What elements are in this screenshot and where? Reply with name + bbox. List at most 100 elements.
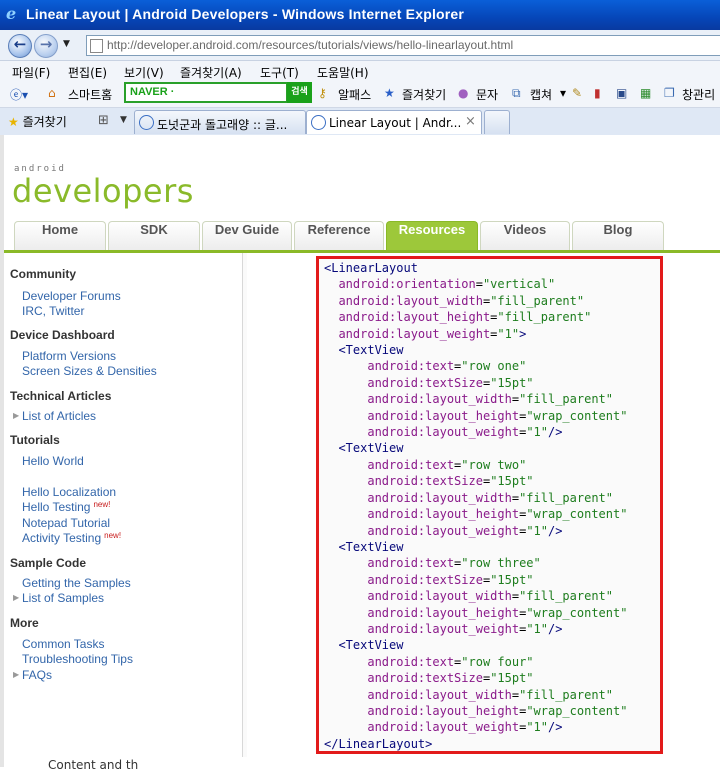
code-line: android:text="row two" xyxy=(324,457,527,472)
sms-button[interactable]: 문자 xyxy=(476,86,498,103)
window-title: Linear Layout | Android Developers - Win… xyxy=(26,6,465,22)
ie-toolbar-icon[interactable]: ⓔ▾ xyxy=(10,86,28,103)
tab-donut-blog[interactable]: 도넛군과 돌고래양 :: 글... xyxy=(134,110,306,134)
code-line: android:layout_width="fill_parent" xyxy=(324,589,613,604)
smarthome-button[interactable]: 스마트홈 xyxy=(68,86,112,103)
code-line: android:layout_height="wrap_content" xyxy=(324,507,628,522)
favorites-button[interactable]: 즐겨찾기 xyxy=(402,86,446,103)
home-icon[interactable]: ⌂ xyxy=(48,86,56,100)
menu-view[interactable]: 보기(V) xyxy=(124,64,164,81)
sidebar-item-getting-samples[interactable]: Getting the Samples xyxy=(22,576,131,590)
naver-search-button[interactable]: 검색 xyxy=(287,82,312,103)
menu-help[interactable]: 도움말(H) xyxy=(317,64,369,81)
code-line: android:text="row one" xyxy=(324,359,527,374)
tab-linear-layout[interactable]: Linear Layout | Andr... × xyxy=(306,110,482,134)
sidebar-item-hello-testing[interactable]: Hello Testing new! xyxy=(22,500,110,514)
sidebar-item-list-of-articles[interactable]: List of Articles xyxy=(22,409,96,423)
code-listing: <LinearLayout android:orientation="verti… xyxy=(324,260,627,752)
sidebar-heading-more: More xyxy=(10,616,39,630)
code-line: android:layout_weight="1"/> xyxy=(324,425,563,440)
sidebar-item-list-of-samples[interactable]: List of Samples xyxy=(22,591,104,605)
nav-home[interactable]: Home xyxy=(14,221,106,251)
sidebar-heading-technical-articles: Technical Articles xyxy=(10,389,112,403)
calendar-icon[interactable]: ▦ xyxy=(640,86,651,100)
menu-file[interactable]: 파일(F) xyxy=(12,64,50,81)
sidebar-item-hello-views[interactable]: Hello Views xyxy=(22,469,88,483)
alpass-button[interactable]: 알패스 xyxy=(338,86,371,103)
nav-resources[interactable]: Resources xyxy=(386,221,478,251)
sidebar-item-developer-forums[interactable]: Developer Forums xyxy=(22,289,121,303)
favorites-bar-button[interactable]: ★ 즐겨찾기 xyxy=(8,113,67,130)
sidebar-resize-handle[interactable] xyxy=(243,253,247,757)
logo-developers[interactable]: developers xyxy=(12,172,194,210)
nav-reference[interactable]: Reference xyxy=(294,221,384,251)
toolbar: ⓔ▾ ⌂ 스마트홈 ⚷ 알패스 ★ 즐겨찾기 ● 문자 ⧉ 캡쳐 ▾ ✎ ▮ ▣… xyxy=(0,81,720,108)
code-line: android:textSize="15pt" xyxy=(324,474,534,489)
menu-favorites[interactable]: 즐겨찾기(A) xyxy=(180,64,242,81)
nav-dev-guide[interactable]: Dev Guide xyxy=(202,221,292,251)
capture-dropdown-icon[interactable]: ▾ xyxy=(560,86,566,100)
code-line: <LinearLayout xyxy=(324,261,418,275)
sidebar-item-screen-sizes[interactable]: Screen Sizes & Densities xyxy=(22,364,157,378)
sidebar-item-common-tasks[interactable]: Common Tasks xyxy=(22,637,104,651)
nav-sdk[interactable]: SDK xyxy=(108,221,200,251)
expand-arrow-icon[interactable]: ▶ xyxy=(13,670,19,679)
new-tab-button[interactable] xyxy=(484,110,510,134)
key-icon: ⚷ xyxy=(318,86,327,100)
sidebar-item-faqs[interactable]: FAQs xyxy=(22,668,52,682)
code-line: </LinearLayout> xyxy=(324,736,433,751)
save-icon[interactable]: ▣ xyxy=(616,86,627,100)
sidebar-item-notepad-tutorial[interactable]: Notepad Tutorial xyxy=(22,516,110,530)
close-tab-icon[interactable]: × xyxy=(465,114,476,129)
sidebar-item-troubleshooting[interactable]: Troubleshooting Tips xyxy=(22,652,133,666)
code-line: android:text="row three" xyxy=(324,556,541,571)
expand-arrow-icon[interactable]: ▶ xyxy=(13,411,19,420)
naver-search-input[interactable]: NAVER · xyxy=(124,82,288,103)
code-line: <TextView xyxy=(324,539,404,554)
capture-button[interactable]: 캡쳐 xyxy=(530,86,552,103)
menu-bar: 파일(F) 편집(E) 보기(V) 즐겨찾기(A) 도구(T) 도움말(H) xyxy=(0,61,720,81)
code-line: android:text="row four" xyxy=(324,654,534,669)
code-line: android:layout_height="fill_parent" xyxy=(324,310,592,325)
code-line: android:layout_weight="1"> xyxy=(324,326,527,341)
message-icon: ● xyxy=(458,86,469,100)
code-sample: <LinearLayout android:orientation="verti… xyxy=(316,256,663,754)
code-line: android:layout_weight="1"/> xyxy=(324,720,563,735)
code-line: android:layout_weight="1"/> xyxy=(324,621,563,636)
sidebar-item-hello-localization[interactable]: Hello Localization xyxy=(22,485,116,499)
ie-logo-icon: e xyxy=(6,4,17,23)
menu-tools[interactable]: 도구(T) xyxy=(260,64,299,81)
quick-tabs-icon[interactable]: ⊞ xyxy=(98,113,109,128)
expand-arrow-icon[interactable]: ▶ xyxy=(13,593,19,602)
back-arrow-icon: ← xyxy=(13,35,27,53)
tab-list-dropdown-icon[interactable]: ▼ xyxy=(120,115,127,125)
sidebar-item-activity-testing[interactable]: Activity Testing new! xyxy=(22,531,121,545)
sidebar-heading-sample-code: Sample Code xyxy=(10,556,87,570)
broom-icon[interactable]: ✎ xyxy=(572,86,582,100)
back-button[interactable]: ← xyxy=(8,34,32,58)
nav-videos[interactable]: Videos xyxy=(480,221,570,251)
ie-page-icon xyxy=(139,115,154,130)
naver-label: NAVER · xyxy=(130,86,175,98)
sidebar-item-platform-versions[interactable]: Platform Versions xyxy=(22,349,116,363)
code-line: <TextView xyxy=(324,343,404,358)
sidebar-item-irc-twitter[interactable]: IRC, Twitter xyxy=(22,304,84,318)
sidebar-item-hello-world[interactable]: Hello World xyxy=(22,454,84,468)
window-manager-button[interactable]: 창관리 xyxy=(682,86,715,103)
favorites-star-icon: ★ xyxy=(8,115,19,129)
code-line: android:textSize="15pt" xyxy=(324,572,534,587)
code-line: android:layout_height="wrap_content" xyxy=(324,703,628,718)
address-input[interactable]: http://developer.android.com/resources/t… xyxy=(86,35,720,56)
code-line: <TextView xyxy=(324,638,404,653)
menu-edit[interactable]: 편집(E) xyxy=(68,64,107,81)
code-line: android:textSize="15pt" xyxy=(324,671,534,686)
address-url: http://developer.android.com/resources/t… xyxy=(107,38,514,52)
history-dropdown-icon[interactable]: ▼ xyxy=(63,39,70,49)
nav-blog[interactable]: Blog xyxy=(572,221,664,251)
window-icon: ❐ xyxy=(664,86,675,100)
forward-button[interactable]: → xyxy=(34,34,58,58)
sidebar-heading-community: Community xyxy=(10,267,76,281)
book-icon[interactable]: ▮ xyxy=(594,86,601,100)
code-line: android:layout_weight="1"/> xyxy=(324,523,563,538)
favorites-label: 즐겨찾기 xyxy=(22,115,67,129)
